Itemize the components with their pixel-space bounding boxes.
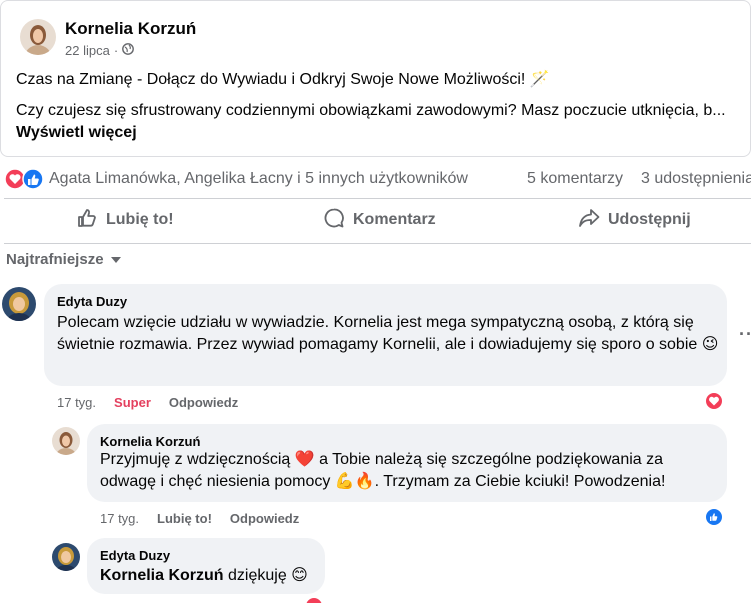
reply-like-button[interactable]: Lubię to! (157, 511, 212, 526)
comment-sort-dropdown[interactable]: Najtrafniejsze (6, 251, 122, 268)
divider (4, 198, 751, 199)
sort-label: Najtrafniejsze (6, 251, 104, 268)
second-reply-avatar[interactable] (52, 543, 80, 571)
see-more-link[interactable]: Wyświetl więcej (16, 124, 137, 141)
globe-icon (122, 43, 135, 58)
reply-author[interactable]: Kornelia Korzuń (100, 434, 200, 449)
comment-time[interactable]: 17 tyg. (57, 395, 96, 410)
post-meta: 22 lipca · (65, 43, 135, 58)
shares-count[interactable]: 3 udostępnienia (641, 170, 751, 188)
comment-button-label: Komentarz (353, 211, 436, 228)
comment-icon (323, 207, 345, 234)
share-button-label: Udostępnij (608, 211, 691, 228)
thumbs-up-icon (76, 207, 98, 234)
reply-author-avatar[interactable] (52, 427, 80, 455)
second-reply-message: dziękuję 😊 (223, 567, 308, 584)
comment-meta: 17 tyg. Super Odpowiedz (57, 395, 238, 410)
love-reaction-icon[interactable] (704, 391, 724, 411)
second-reply-text: Kornelia Korzuń dziękuję 😊 (100, 565, 320, 587)
reaction-super-button[interactable]: Super (114, 395, 151, 410)
divider (4, 243, 751, 244)
second-reply-author[interactable]: Edyta Duzy (100, 548, 170, 563)
share-button[interactable]: Udostępnij (578, 200, 691, 240)
reply-button[interactable]: Odpowiedz (169, 395, 238, 410)
caret-down-icon (110, 251, 122, 268)
post-date[interactable]: 22 lipca (65, 43, 110, 58)
post-text-line1: Czas na Zmianę - Dołącz do Wywiadu i Odk… (16, 71, 550, 88)
comment-text: Polecam wzięcie udziału w wywiadzie. Kor… (57, 314, 719, 353)
post-author-name[interactable]: Kornelia Korzuń (65, 19, 196, 39)
comments-count[interactable]: 5 komentarzy (527, 170, 623, 188)
reply-meta: 17 tyg. Lubię to! Odpowiedz (100, 511, 299, 526)
reactions-bar: Agata Limanówka, Angelika Łacny i 5 inny… (0, 166, 751, 192)
like-reaction-icon[interactable] (704, 507, 724, 527)
reply-time[interactable]: 17 tyg. (100, 511, 139, 526)
post-text-line2: Czy czujesz się sfrustrowany codziennymi… (16, 100, 746, 144)
comment-author[interactable]: Edyta Duzy (57, 294, 127, 309)
post-text-truncated: Czy czujesz się sfrustrowany codziennymi… (16, 102, 726, 119)
like-button-label: Lubię to! (106, 211, 174, 228)
post-actions: Lubię to! Komentarz Udostępnij (0, 200, 751, 240)
mention-link[interactable]: Kornelia Korzuń (100, 567, 224, 584)
meta-separator: · (113, 43, 119, 58)
post-card: Kornelia Korzuń 22 lipca · Czas na Zmian… (0, 0, 751, 157)
partial-reaction-icon[interactable] (304, 596, 324, 603)
reaction-icons[interactable] (4, 168, 44, 195)
share-arrow-icon (578, 207, 600, 234)
more-options-icon[interactable]: ··· (739, 324, 751, 345)
post-author-avatar[interactable] (20, 19, 56, 55)
like-button[interactable]: Lubię to! (76, 200, 174, 240)
comment-button[interactable]: Komentarz (323, 200, 436, 240)
reactor-names[interactable]: Agata Limanówka, Angelika Łacny i 5 inny… (49, 170, 468, 188)
commenter-avatar[interactable] (2, 287, 36, 321)
reply-text: Przyjmuję z wdzięcznością ❤️ a Tobie nal… (100, 451, 666, 490)
reply-reply-button[interactable]: Odpowiedz (230, 511, 299, 526)
